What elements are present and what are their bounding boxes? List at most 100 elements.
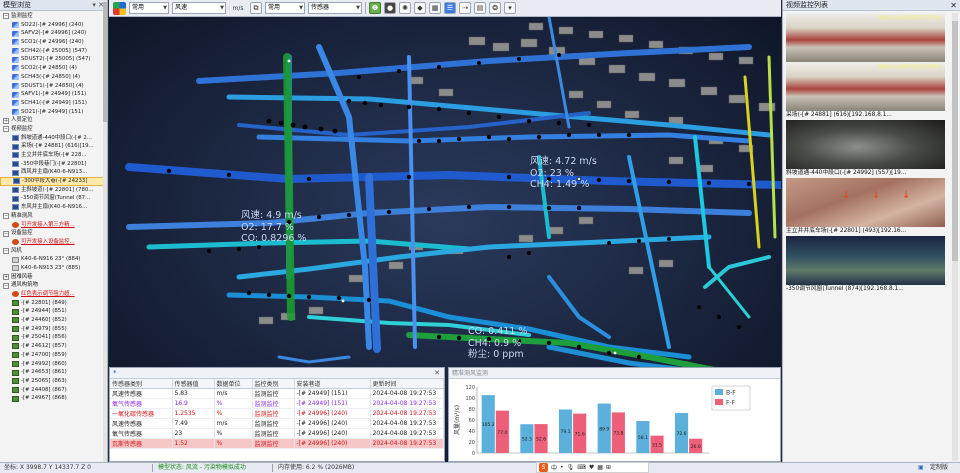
tree-item[interactable]: -[# 24408] (867) xyxy=(0,386,107,395)
table-row[interactable]: 风速传感器 5.83 m/s 监测监控 -[# 24949] (151) 2024-04-… xyxy=(110,388,444,399)
tree-item[interactable]: K40-6-N913 23° (885) xyxy=(0,264,107,273)
tree-item[interactable]: 主立井井底车场(-[# 228... xyxy=(0,151,107,160)
tree-item[interactable]: 东风井主扇(K40-6-N916... xyxy=(0,203,107,212)
tree-item[interactable]: -[# 24944] (851) xyxy=(0,307,107,316)
video-thumbnail[interactable] xyxy=(786,236,945,285)
tree-item[interactable]: SO22(-[# 24996] (240) xyxy=(0,21,107,30)
tree-item[interactable]: 西风井主扇(K40-6-N913... xyxy=(0,168,107,177)
grid-icon[interactable]: ▦ xyxy=(429,2,441,14)
table-icon[interactable]: ▤ xyxy=(474,2,486,14)
tree-item[interactable]: SAFV1(-[# 24949] (151) xyxy=(0,90,107,99)
col-header[interactable]: 传感器值 xyxy=(172,379,215,389)
video-list[interactable]: 铜陵冬瓜山铜矿机研究实训平台 铜陵冬瓜山铜矿机研究实训平台 采场(-[# 24881… xyxy=(786,13,948,294)
col-header[interactable]: 监控类别 xyxy=(252,379,295,389)
video-thumbnail[interactable]: ↓ ↓ ↓ xyxy=(786,178,945,227)
video-caption[interactable]: 斜坡道通-440中段口(-[# 24992] (557)[19... xyxy=(786,169,948,178)
fan-icon[interactable]: ✺ xyxy=(399,2,411,14)
tree-item[interactable]: 可开发接入第三方精... xyxy=(0,221,107,230)
collapse-icon[interactable]: − xyxy=(3,247,9,254)
video-caption[interactable]: -350调节风窗(Tunnel (874)[192.168.8.1... xyxy=(786,285,948,294)
param-group-select[interactable]: 常用 ▼ xyxy=(129,2,169,14)
tree-item[interactable]: SCO2(-[# 24850] (4) xyxy=(0,64,107,73)
tree-item[interactable]: -300中段大巷(-[# 24233] xyxy=(0,177,107,186)
tree-item[interactable]: 主斜坡道(-[# 22801] (780... xyxy=(0,186,107,195)
tree-item[interactable]: SCH41(-[# 24949] (151) xyxy=(0,99,107,108)
pin-star-icon[interactable]: * xyxy=(113,369,117,377)
collapse-icon[interactable]: − xyxy=(3,126,9,133)
tree-category[interactable]: − 精准测风 xyxy=(0,212,107,221)
apps-icon[interactable]: ⊞ xyxy=(606,464,611,471)
video-list-scrollbar[interactable] xyxy=(952,13,958,461)
display-group-select[interactable]: 常用 ▼ xyxy=(265,2,305,14)
model-tree[interactable]: − 监测监控 SO22(-[# 24996] (240) SAFV2(-[# 2499… xyxy=(0,11,107,459)
video-caption[interactable]: 主立井井底车场(-[# 22801] (493)[192.16... xyxy=(786,227,948,236)
tree-category[interactable]: − 视频监控 xyxy=(0,125,107,134)
voice-icon[interactable]: 🎙 xyxy=(567,464,575,471)
tree-item[interactable]: SCH42(-[# 25005] (547) xyxy=(0,47,107,56)
tree-item[interactable]: -350中段巷门(-[# 22801] xyxy=(0,160,107,169)
tree-category[interactable]: − 监测监控 xyxy=(0,12,107,21)
video-thumbnail[interactable]: 铜陵冬瓜山铜矿机研究实训平台 xyxy=(786,13,945,62)
tree-item[interactable]: K40-6-N916 23° (884) xyxy=(0,255,107,264)
sensor-toggle-icon[interactable]: ❶ xyxy=(369,2,381,14)
param-select[interactable]: 风速 ▼ xyxy=(172,2,226,14)
video-thumbnail[interactable]: 铜陵冬瓜山铜矿机研究实训平台 xyxy=(786,62,945,111)
tree-item[interactable]: 采场(-[# 24881] (616)[19... xyxy=(0,142,107,151)
col-header[interactable]: 传感器类别 xyxy=(110,379,173,389)
tree-item[interactable]: -[# 22801] (849) xyxy=(0,299,107,308)
tree-item[interactable]: SAFV2(-[# 24996] (240) xyxy=(0,29,107,38)
tree-item[interactable]: -[# 25065] (863) xyxy=(0,377,107,386)
route-icon[interactable]: ⇢ xyxy=(459,2,471,14)
list-icon[interactable]: ☰ xyxy=(444,2,456,14)
tree-category[interactable]: − 设备监控 xyxy=(0,229,107,238)
color-icon[interactable]: ❂ xyxy=(489,2,501,14)
tree-category[interactable]: − 通风构筑物 xyxy=(0,281,107,290)
collapse-icon[interactable]: − xyxy=(3,13,9,20)
table-row[interactable]: 一氧化碳传感器 1.2535% 监测监控 -[# 24996] (240) 2024-0… xyxy=(110,408,444,419)
close-icon[interactable]: ✕ xyxy=(950,0,957,11)
tree-item[interactable]: -[# 25041] (856) xyxy=(0,333,107,342)
tree-category[interactable]: + 人员定位 xyxy=(0,116,107,125)
table-row[interactable]: 风速传感器 7.49 m/s 监测监控 -[# 24996] (240) 2024-04-… xyxy=(110,418,444,429)
sogou-ime-icon[interactable]: S xyxy=(539,463,548,472)
settings-dropdown-icon[interactable]: ▾ xyxy=(504,2,516,14)
tree-item[interactable]: -[# 24979] (855) xyxy=(0,325,107,334)
tree-category[interactable]: + 困难风巷 xyxy=(0,273,107,282)
marker-icon[interactable]: ◆ xyxy=(414,2,426,14)
tree-item[interactable]: SCH43(-[# 24850] (4) xyxy=(0,73,107,82)
table-row[interactable]: 氧气传感器 16.9% 监测监控 -[# 24949] (151) 2024-04-08… xyxy=(110,398,444,409)
tree-item[interactable]: -[# 24653] (861) xyxy=(0,368,107,377)
punctuation-icon[interactable]: • xyxy=(560,464,564,471)
tree-item[interactable]: -[# 24700] (859) xyxy=(0,351,107,360)
tree-item[interactable]: 斜坡道通-440中段口(-[# 2... xyxy=(0,134,107,143)
tree-item[interactable]: -[# 24967] (868) xyxy=(0,394,107,403)
col-header[interactable]: 更新时间 xyxy=(370,379,444,389)
layer-icon[interactable]: ⧉ xyxy=(250,2,262,14)
tree-item[interactable]: -350调节风窗(Tunnel (87... xyxy=(0,194,107,203)
tree-item[interactable]: -[# 24612] (857) xyxy=(0,342,107,351)
camera-icon[interactable]: ● xyxy=(384,2,396,14)
tree-item[interactable]: SO21(-[# 24949] (151) xyxy=(0,108,107,117)
col-header[interactable]: 数据单位 xyxy=(214,379,253,389)
table-row[interactable]: 瓦斯传感器 1.52% 监测监控 -[# 24996] (240) 2024-04-08… xyxy=(110,438,444,449)
tree-item[interactable]: SDUST2(-[# 25005] (547) xyxy=(0,55,107,64)
collapse-icon[interactable]: − xyxy=(3,230,9,237)
video-thumbnail[interactable] xyxy=(786,120,945,169)
3d-viewport[interactable]: 常用 ▼ 风速 ▼ m/s ⧉ 常用 ▼ 传感器 ▼ ❶ ● ✺ ◆ ▦ ☰ ⇢ ▤ ❂… xyxy=(109,0,781,462)
expand-icon[interactable]: + xyxy=(3,273,9,280)
tree-category[interactable]: − 风机 xyxy=(0,247,107,256)
tree-item[interactable]: 可开发接入设备监控... xyxy=(0,238,107,247)
tree-item[interactable]: SCO1(-[# 24996] (240) xyxy=(0,38,107,47)
skin-icon[interactable]: ♥ xyxy=(589,464,594,471)
ime-tray[interactable]: S 中 • 🎙 ⌨ ♥ ▦ ⊞ xyxy=(536,462,649,473)
ime-mode[interactable]: 中 xyxy=(551,463,557,472)
expand-icon[interactable]: + xyxy=(3,117,9,124)
display-select[interactable]: 传感器 ▼ xyxy=(308,2,362,14)
collapse-icon[interactable]: − xyxy=(3,282,9,289)
close-icon[interactable]: ✕ xyxy=(434,368,440,379)
table-row[interactable]: 氧气传感器 23% 监测监控 -[# 24996] (240) 2024-04-08 1… xyxy=(110,428,444,439)
tree-item[interactable]: 红色表示调节阻力超... xyxy=(0,290,107,299)
tree-item[interactable]: -[# 24992] (860) xyxy=(0,360,107,369)
collapse-icon[interactable]: − xyxy=(3,213,9,220)
model-tree-scrollbar[interactable] xyxy=(103,0,107,462)
